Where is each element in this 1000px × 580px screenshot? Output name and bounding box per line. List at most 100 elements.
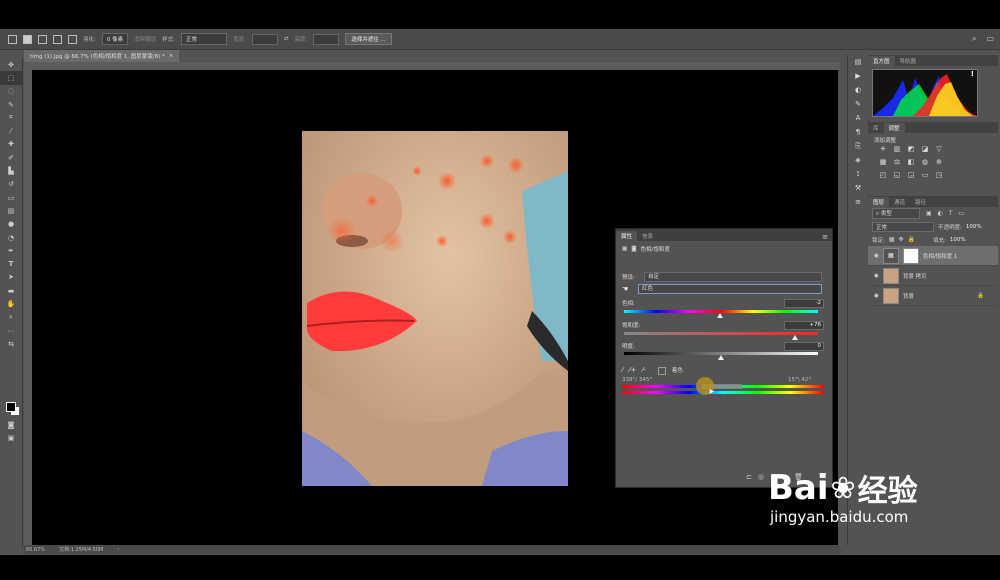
- colorize-checkbox[interactable]: [657, 367, 666, 375]
- quick-mask-icon[interactable]: ◙: [0, 418, 22, 431]
- path-select-icon[interactable]: ➤: [0, 271, 22, 284]
- tab-layers[interactable]: 图层: [868, 197, 890, 207]
- saturation-slider-track[interactable]: [624, 332, 818, 335]
- quick-select-tool-icon[interactable]: ✎: [0, 98, 22, 111]
- crop-tool-icon[interactable]: ⌗: [0, 111, 22, 124]
- paths-icon[interactable]: ⟟: [848, 167, 868, 181]
- channel-select[interactable]: 红色: [638, 284, 822, 294]
- lock-all-icon[interactable]: 🔒: [908, 236, 915, 243]
- fill-input[interactable]: 100%: [950, 237, 966, 243]
- layer-mask-thumb[interactable]: [902, 247, 919, 264]
- marquee-tool-icon[interactable]: [8, 34, 17, 44]
- healing-brush-icon[interactable]: ✚: [0, 138, 22, 151]
- eyedropper-icon[interactable]: ⁄: [622, 366, 623, 375]
- levels-icon[interactable]: ▥: [892, 144, 902, 153]
- lock-pixels-icon[interactable]: ▦: [889, 236, 895, 243]
- eyedropper-tool-icon[interactable]: ⁄: [0, 124, 22, 137]
- hand-tool-icon[interactable]: ✋: [0, 297, 22, 310]
- select-and-mask-button[interactable]: 选择并遮住 ...: [345, 33, 392, 45]
- antialias-checkbox[interactable]: 消除锯齿: [134, 35, 156, 43]
- hue-input[interactable]: -2: [784, 299, 824, 308]
- play-actions-icon[interactable]: ▶: [848, 69, 868, 83]
- blend-mode-select[interactable]: 正常: [872, 221, 934, 232]
- new-selection-icon[interactable]: [23, 34, 32, 44]
- character-icon[interactable]: A: [848, 111, 868, 125]
- view-previous-icon[interactable]: ◎: [758, 473, 764, 481]
- type-tool-icon[interactable]: T: [0, 257, 22, 270]
- add-selection-icon[interactable]: [38, 34, 47, 44]
- eraser-tool-icon[interactable]: ▭: [0, 191, 22, 204]
- filter-kind-select[interactable]: ⌕ 类型: [872, 208, 920, 219]
- preset-select[interactable]: 自定: [644, 272, 822, 282]
- document-image[interactable]: [302, 131, 568, 486]
- subtract-selection-icon[interactable]: [53, 34, 62, 44]
- hue-slider-thumb[interactable]: [716, 313, 723, 318]
- lightness-slider-thumb[interactable]: [718, 355, 724, 360]
- brush-settings-icon[interactable]: ✎: [848, 97, 868, 111]
- feather-input[interactable]: 0 像素: [101, 33, 129, 45]
- adjust-icon[interactable]: ◐: [848, 83, 868, 97]
- status-arrow-icon[interactable]: ›: [117, 547, 119, 553]
- hue-saturation-icon[interactable]: ▦: [878, 157, 888, 166]
- lock-position-icon[interactable]: ✥: [899, 236, 904, 243]
- invert-icon[interactable]: ◰: [878, 170, 888, 179]
- more-tools-icon[interactable]: ⋯: [0, 324, 22, 337]
- lasso-tool-icon[interactable]: ◌: [0, 85, 22, 98]
- paragraph-icon[interactable]: ¶: [848, 125, 868, 139]
- tab-libraries[interactable]: 库: [868, 123, 884, 133]
- gradient-tool-icon[interactable]: ▤: [0, 204, 22, 217]
- tool-presets-icon[interactable]: ⚒: [848, 181, 868, 195]
- document-tab[interactable]: timg (1).jpg @ 66.7% (色相/饱和度 1, 图层蒙版/8) …: [24, 50, 180, 62]
- workspace-icon[interactable]: ▭: [986, 34, 994, 44]
- mask-mode-icon[interactable]: ◙: [631, 246, 636, 252]
- close-tab-icon[interactable]: ×: [169, 53, 174, 59]
- zoom-level[interactable]: 66.67%: [26, 547, 45, 553]
- search-icon[interactable]: ⌕: [972, 34, 976, 44]
- layer-row[interactable]: ◉ 背景 🔒: [868, 286, 998, 306]
- brightness-contrast-icon[interactable]: ☀: [878, 144, 888, 153]
- history-icon[interactable]: ▤: [848, 55, 868, 69]
- targeted-adjust-hand-icon[interactable]: ☚: [622, 285, 628, 293]
- shape-tool-icon[interactable]: ▬: [0, 284, 22, 297]
- clone-stamp-icon[interactable]: ▙: [0, 164, 22, 177]
- swap-icon[interactable]: ⇄: [284, 36, 289, 42]
- threshold-icon[interactable]: ◲: [906, 170, 916, 179]
- rect-marquee-tool-icon[interactable]: ⬚: [0, 71, 22, 85]
- eyedropper-subtract-icon[interactable]: ⁄-: [642, 366, 646, 375]
- clip-to-layer-icon[interactable]: ⊏: [746, 473, 752, 481]
- visibility-eye-icon[interactable]: ◉: [874, 293, 879, 299]
- curves-icon[interactable]: ◩: [906, 144, 916, 153]
- tab-histogram[interactable]: 直方图: [868, 56, 895, 66]
- eyedropper-add-icon[interactable]: ⁄+: [629, 366, 636, 375]
- panel-menu-icon[interactable]: ≡: [822, 233, 828, 241]
- pen-tool-icon[interactable]: ✒: [0, 244, 22, 257]
- intersect-selection-icon[interactable]: [68, 34, 77, 44]
- filter-pixel-icon[interactable]: ▣: [926, 210, 932, 217]
- tab-adjustments[interactable]: 调整: [883, 123, 905, 133]
- sliders-icon[interactable]: ≡: [848, 195, 868, 209]
- zoom-tool-icon[interactable]: ⌕: [0, 311, 22, 324]
- brush-tool-icon[interactable]: ✐: [0, 151, 22, 164]
- channels-icon[interactable]: ◈: [848, 153, 868, 167]
- gradient-map-icon[interactable]: ▭: [920, 170, 930, 179]
- width-input[interactable]: [251, 33, 278, 45]
- exposure-icon[interactable]: ◪: [920, 144, 930, 153]
- height-input[interactable]: [313, 33, 340, 45]
- posterize-icon[interactable]: ◱: [892, 170, 902, 179]
- foreground-color-swatch[interactable]: [6, 402, 16, 412]
- histogram-warning-icon[interactable]: !: [971, 70, 974, 78]
- tab-info[interactable]: 信息: [637, 231, 658, 241]
- filter-adjust-icon[interactable]: ◐: [938, 210, 943, 217]
- blur-tool-icon[interactable]: ●: [0, 218, 22, 231]
- move-tool-icon[interactable]: ✥: [0, 58, 22, 71]
- layer-row[interactable]: ◉ 背景 拷贝: [868, 266, 998, 286]
- lightness-input[interactable]: 0: [784, 342, 824, 351]
- color-balance-icon[interactable]: ⚖: [892, 157, 902, 166]
- swap-colors-icon[interactable]: ⇆: [0, 337, 22, 350]
- tab-properties[interactable]: 属性: [616, 231, 638, 241]
- saturation-slider-thumb[interactable]: [791, 335, 798, 340]
- visibility-eye-icon[interactable]: ◉: [874, 253, 879, 259]
- selective-color-icon[interactable]: ◳: [934, 170, 944, 179]
- tab-paths[interactable]: 路径: [910, 197, 931, 207]
- layer-row[interactable]: ◉ ▦ 色相/饱和度 1: [868, 246, 998, 266]
